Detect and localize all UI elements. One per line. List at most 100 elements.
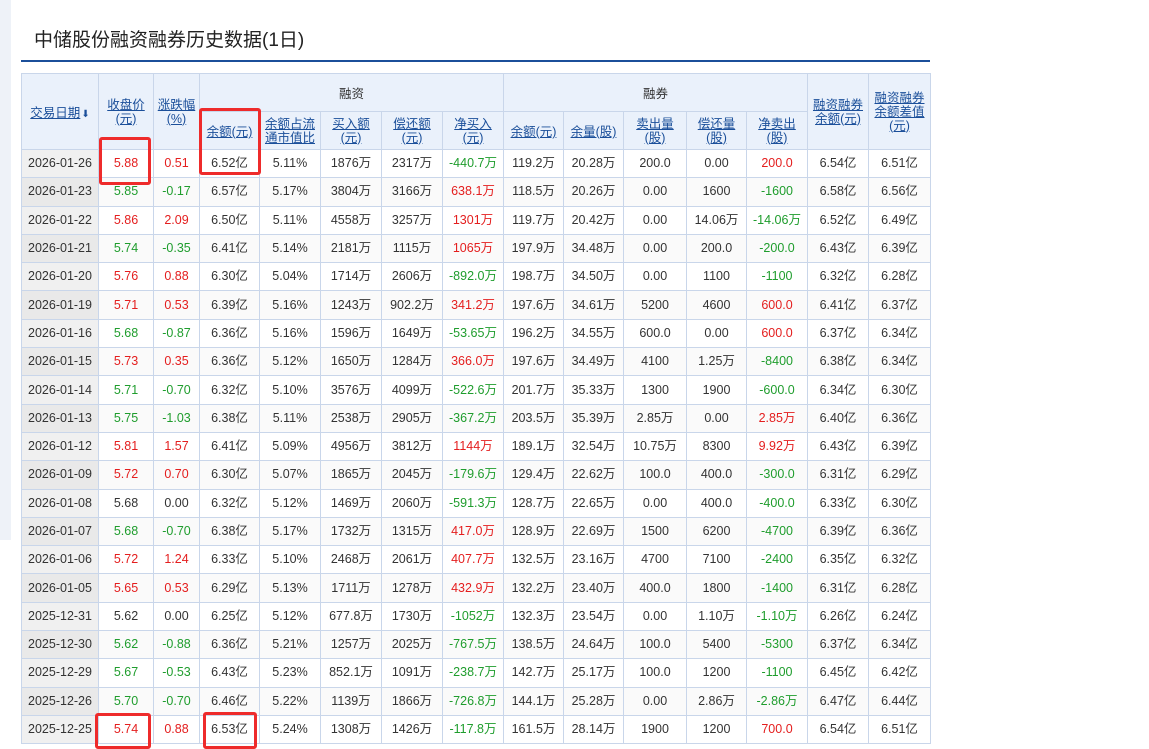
cell-rq-balance: 138.5万 (503, 630, 564, 660)
cell-rq-repay: 1.10万 (686, 601, 747, 632)
table-body: 2026-01-26 5.88 0.51 6.52亿 5.11% 1876万 2317万 -4… (21, 148, 931, 745)
header-diff[interactable]: 融资融券 余额差值 (元) (868, 73, 931, 150)
cell-rz-net: -1052万 (442, 601, 504, 632)
header-date[interactable]: 交易日期⬇ (21, 73, 99, 150)
cell-rq-volume: 34.61万 (563, 290, 624, 320)
cell-rq-volume: 22.62万 (563, 460, 624, 490)
header-total[interactable]: 融资融券 余额(元) (807, 73, 869, 150)
cell-rz-buy: 1469万 (320, 488, 382, 518)
cell-diff: 6.42亿 (868, 658, 931, 688)
cell-rq-repay: 5400 (686, 630, 747, 660)
cell-rz-repay: 1115万 (381, 233, 443, 264)
cell-rq-repay: 400.0 (686, 460, 747, 490)
cell-diff: 6.34亿 (868, 318, 931, 349)
cell-rz-repay: 1278万 (381, 573, 443, 603)
cell-rz-buy: 677.8万 (320, 601, 382, 632)
cell-date: 2025-12-26 (21, 686, 99, 716)
cell-rq-repay: 1800 (686, 573, 747, 603)
cell-close: 5.62 (98, 630, 154, 660)
cell-rz-net: 366.0万 (442, 347, 504, 377)
cell-rq-net: 700.0 (746, 714, 808, 745)
cell-rq-net: -200.0 (746, 233, 808, 264)
cell-date: 2026-01-12 (21, 431, 99, 462)
header-rq-sell[interactable]: 卖出量 (股) (623, 111, 687, 150)
cell-change: -0.70 (153, 375, 200, 405)
cell-rq-sell: 4700 (623, 545, 687, 575)
cell-rq-repay: 2.86万 (686, 686, 747, 716)
cell-close: 5.73 (98, 347, 154, 377)
cell-rz-repay: 1284万 (381, 347, 443, 377)
cell-rq-net: -5300 (746, 630, 808, 660)
cell-rq-sell: 1900 (623, 714, 687, 745)
margin-history-table: 交易日期⬇ 收盘价 (元) 涨跌幅 (%) 融资 融券 融资融券 余额(元) 融资融券… (21, 73, 931, 745)
cell-rz-repay: 2060万 (381, 488, 443, 518)
cell-rq-balance: 119.2万 (503, 148, 564, 179)
cell-rq-balance: 197.6万 (503, 347, 564, 377)
cell-change: 0.00 (153, 601, 200, 632)
cell-rq-net: 9.92万 (746, 431, 808, 462)
header-change[interactable]: 涨跌幅 (%) (153, 73, 200, 150)
table-row: 2026-01-16 5.68 -0.87 6.36亿 5.16% 1596万 1649万 -… (21, 318, 931, 349)
cell-rz-balance: 6.36亿 (199, 347, 260, 377)
cell-rq-balance: 132.2万 (503, 573, 564, 603)
header-rz-ratio[interactable]: 余额占流 通市值比 (259, 111, 321, 150)
cell-change: 0.35 (153, 347, 200, 377)
cell-rq-sell: 400.0 (623, 573, 687, 603)
cell-rz-buy: 3576万 (320, 375, 382, 405)
cell-rz-ratio: 5.10% (259, 545, 321, 575)
cell-rq-net: 600.0 (746, 318, 808, 349)
header-rq-volume[interactable]: 余量(股) (563, 111, 624, 150)
cell-rq-sell: 0.00 (623, 262, 687, 292)
header-rq-balance[interactable]: 余额(元) (503, 111, 564, 150)
cell-change: 0.70 (153, 460, 200, 490)
cell-rq-balance: 197.9万 (503, 233, 564, 264)
cell-rz-repay: 2606万 (381, 262, 443, 292)
header-rq-repay[interactable]: 偿还量 (股) (686, 111, 747, 150)
cell-rz-ratio: 5.12% (259, 601, 321, 632)
cell-change: -0.88 (153, 630, 200, 660)
cell-rz-buy: 1714万 (320, 262, 382, 292)
cell-rz-net: -892.0万 (442, 262, 504, 292)
header-rz-buy[interactable]: 买入额 (元) (320, 111, 382, 150)
cell-rz-buy: 1243万 (320, 290, 382, 320)
cell-close: 5.65 (98, 573, 154, 603)
cell-total: 6.33亿 (807, 488, 869, 518)
cell-diff: 6.32亿 (868, 545, 931, 575)
cell-total: 6.54亿 (807, 148, 869, 179)
cell-rq-volume: 34.55万 (563, 318, 624, 349)
header-rq-net[interactable]: 净卖出 (股) (746, 111, 808, 150)
cell-rz-repay: 2025万 (381, 630, 443, 660)
table-row: 2026-01-09 5.72 0.70 6.30亿 5.07% 1865万 2045万 -1… (21, 460, 931, 490)
cell-rq-sell: 10.75万 (623, 431, 687, 462)
cell-change: 0.88 (153, 262, 200, 292)
header-rz-net[interactable]: 净买入 (元) (442, 111, 504, 150)
cell-total: 6.38亿 (807, 347, 869, 377)
cell-rz-net: 417.0万 (442, 516, 504, 547)
cell-rz-net: 341.2万 (442, 290, 504, 320)
cell-rz-repay: 3812万 (381, 431, 443, 462)
cell-rz-ratio: 5.11% (259, 148, 321, 179)
cell-rq-repay: 1.25万 (686, 347, 747, 377)
cell-rq-volume: 34.48万 (563, 233, 624, 264)
cell-rq-volume: 23.40万 (563, 573, 624, 603)
cell-change: 0.88 (153, 714, 200, 745)
cell-change: -1.03 (153, 403, 200, 433)
cell-close: 5.62 (98, 601, 154, 632)
cell-total: 6.54亿 (807, 714, 869, 745)
left-edge-strip (0, 0, 11, 540)
cell-diff: 6.34亿 (868, 630, 931, 660)
cell-rq-balance: 203.5万 (503, 403, 564, 433)
header-rz-repay[interactable]: 偿还额 (元) (381, 111, 443, 150)
cell-rq-volume: 25.17万 (563, 658, 624, 688)
cell-close: 5.70 (98, 686, 154, 716)
cell-rz-buy: 1257万 (320, 630, 382, 660)
header-close[interactable]: 收盘价 (元) (98, 73, 154, 150)
table-row: 2025-12-31 5.62 0.00 6.25亿 5.12% 677.8万 1730万 -… (21, 601, 931, 632)
cell-rz-buy: 1865万 (320, 460, 382, 490)
cell-rz-net: -53.65万 (442, 318, 504, 349)
cell-rq-repay: 6200 (686, 516, 747, 547)
sort-down-icon[interactable]: ⬇ (81, 109, 89, 120)
cell-rz-buy: 1139万 (320, 686, 382, 716)
header-rz-balance[interactable]: 余额(元) (199, 111, 260, 150)
cell-rz-repay: 1866万 (381, 686, 443, 716)
